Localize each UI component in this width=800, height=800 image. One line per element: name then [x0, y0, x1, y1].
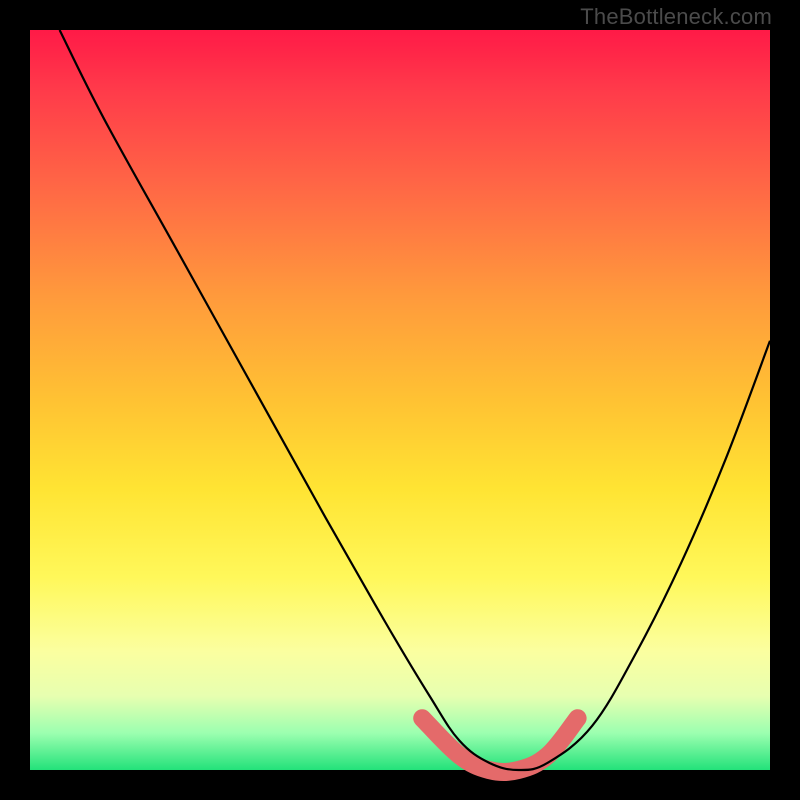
- chart-svg: [30, 30, 770, 770]
- bottleneck-highlight: [422, 718, 577, 772]
- plot-area: [30, 30, 770, 770]
- bottleneck-curve: [60, 30, 770, 770]
- chart-frame: TheBottleneck.com: [0, 0, 800, 800]
- watermark-text: TheBottleneck.com: [580, 4, 772, 30]
